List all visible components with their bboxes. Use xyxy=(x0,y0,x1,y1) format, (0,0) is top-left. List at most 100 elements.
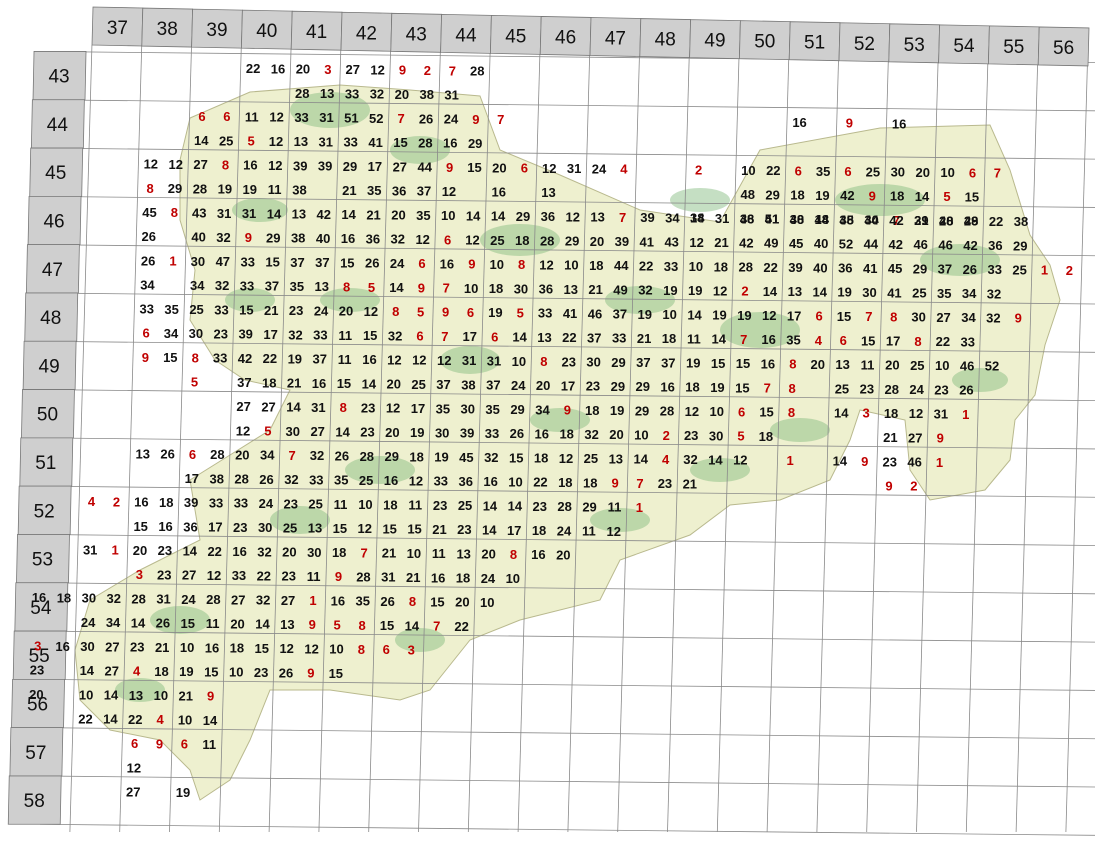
sheet-number: 29 xyxy=(611,379,625,394)
sheet-number: 21 xyxy=(714,235,728,250)
sheet-number: 23 xyxy=(433,498,447,513)
sheet-number: 17 xyxy=(263,327,277,342)
sheet-number: 21 xyxy=(342,183,356,198)
sheet-number-red: 9 xyxy=(245,230,252,245)
sheet-number: 37 xyxy=(486,378,500,393)
sheet-number: 19 xyxy=(179,664,193,679)
sheet-number: 12 xyxy=(168,157,182,172)
sheet-number: 31 xyxy=(567,161,581,176)
sheet-number: 15 xyxy=(467,160,481,175)
sheet-number: 36 xyxy=(392,183,406,198)
sheet-number: 22 xyxy=(257,568,271,583)
sheet-number: 15 xyxy=(509,450,523,465)
sheet-number: 35 xyxy=(290,279,304,294)
sheet-number: 19 xyxy=(410,425,424,440)
sheet-number: 15 xyxy=(735,380,749,395)
sheet-number: 18 xyxy=(559,427,573,442)
sheet-number: 12 xyxy=(364,304,378,319)
sheet-number: 11 xyxy=(408,498,422,513)
sheet-number: 14 xyxy=(389,280,404,295)
sheet-number: 16 xyxy=(483,474,497,489)
sheet-number-red: 3 xyxy=(863,406,870,421)
sheet-number-red: 8 xyxy=(340,400,347,415)
sheet-number: 23 xyxy=(658,476,672,491)
sheet-number: 34 xyxy=(535,402,550,417)
sheet-number: 15 xyxy=(337,376,351,391)
sheet-number: 16 xyxy=(331,593,345,608)
sheet-number: 39 xyxy=(460,426,474,441)
sheet-number: 23 xyxy=(233,520,247,535)
sheet-number: 19 xyxy=(243,182,257,197)
column-header-label: 54 xyxy=(953,36,975,57)
sheet-number: 23 xyxy=(361,400,375,415)
sheet-number: 27 xyxy=(345,62,359,77)
sheet-number: 20 xyxy=(492,160,506,175)
sheet-number: 18 xyxy=(159,495,173,510)
sheet-number-red: 2 xyxy=(113,494,120,509)
sheet-number-red: 3 xyxy=(324,62,331,77)
sheet-number: 41 xyxy=(640,234,654,249)
sheet-number: 19 xyxy=(686,356,700,371)
sheet-number: 36 xyxy=(366,231,380,246)
sheet-number-red: 8 xyxy=(789,357,796,372)
forest-area xyxy=(670,188,730,212)
sheet-number: 18 xyxy=(383,497,397,512)
sheet-number: 26 xyxy=(335,449,349,464)
sheet-number: 23 xyxy=(281,569,295,584)
sheet-number: 21 xyxy=(366,207,380,222)
column-header-label: 41 xyxy=(306,22,327,43)
sheet-number: 48 xyxy=(741,187,755,202)
sheet-number: 20 xyxy=(133,543,147,558)
sheet-number: 18 xyxy=(515,233,529,248)
sheet-number: 15 xyxy=(837,309,851,324)
sheet-number: 20 xyxy=(590,234,604,249)
sheet-number: 20 xyxy=(915,165,929,180)
sheet-number: 18 xyxy=(585,403,599,418)
sheet-number: 30 xyxy=(286,424,300,439)
sheet-number: 23 xyxy=(284,496,298,511)
sheet-number: 11 xyxy=(307,569,321,584)
sheet-number: 16 xyxy=(892,116,906,131)
sheet-number: 32 xyxy=(256,593,270,608)
sheet-number: 21 xyxy=(179,688,193,703)
sheet-number: 37 xyxy=(237,375,251,390)
column-header-label: 50 xyxy=(754,32,775,53)
sheet-number: 38 xyxy=(790,212,804,227)
sheet-number: 34 xyxy=(190,278,205,293)
sheet-number: 38 xyxy=(209,471,223,486)
sheet-number: 12 xyxy=(415,232,429,247)
sheet-number: 23 xyxy=(882,454,896,469)
sheet-number: 32 xyxy=(257,544,271,559)
sheet-number: 14 xyxy=(834,405,849,420)
sheet-number: 30 xyxy=(709,428,723,443)
sheet-number: 33 xyxy=(240,278,254,293)
sheet-number: 30 xyxy=(307,545,321,560)
sheet-number: 20 xyxy=(556,547,570,562)
sheet-number: 27 xyxy=(281,593,295,608)
sheet-number: 11 xyxy=(338,328,352,343)
sheet-number: 13 xyxy=(280,617,294,632)
sheet-number-red: 7 xyxy=(360,545,367,560)
sheet-number: 38 xyxy=(1014,214,1028,229)
sheet-number: 24 xyxy=(444,112,459,127)
sheet-number-red: 9 xyxy=(885,478,892,493)
sheet-number: 35 xyxy=(367,183,381,198)
sheet-number: 32 xyxy=(391,232,405,247)
sheet-number: 10 xyxy=(940,165,954,180)
sheet-number: 27 xyxy=(393,159,407,174)
sheet-number: 17 xyxy=(368,159,382,174)
sheet-number: 29 xyxy=(565,234,579,249)
sheet-number-red: 7 xyxy=(740,332,747,347)
sheet-number-red: 1 xyxy=(636,500,643,515)
sheet-number: 29 xyxy=(468,136,482,151)
sheet-number: 30 xyxy=(435,425,449,440)
sheet-number-red: 6 xyxy=(189,447,196,462)
sheet-number: 12 xyxy=(269,134,283,149)
sheet-number-red: 1 xyxy=(169,254,176,269)
sheet-number-red: 6 xyxy=(383,642,390,657)
sheet-number: 18 xyxy=(790,188,804,203)
sheet-number: 23 xyxy=(360,425,374,440)
row-header-label: 45 xyxy=(45,163,66,184)
sheet-number: 22 xyxy=(128,712,142,727)
sheet-number-red: 7 xyxy=(865,309,872,324)
